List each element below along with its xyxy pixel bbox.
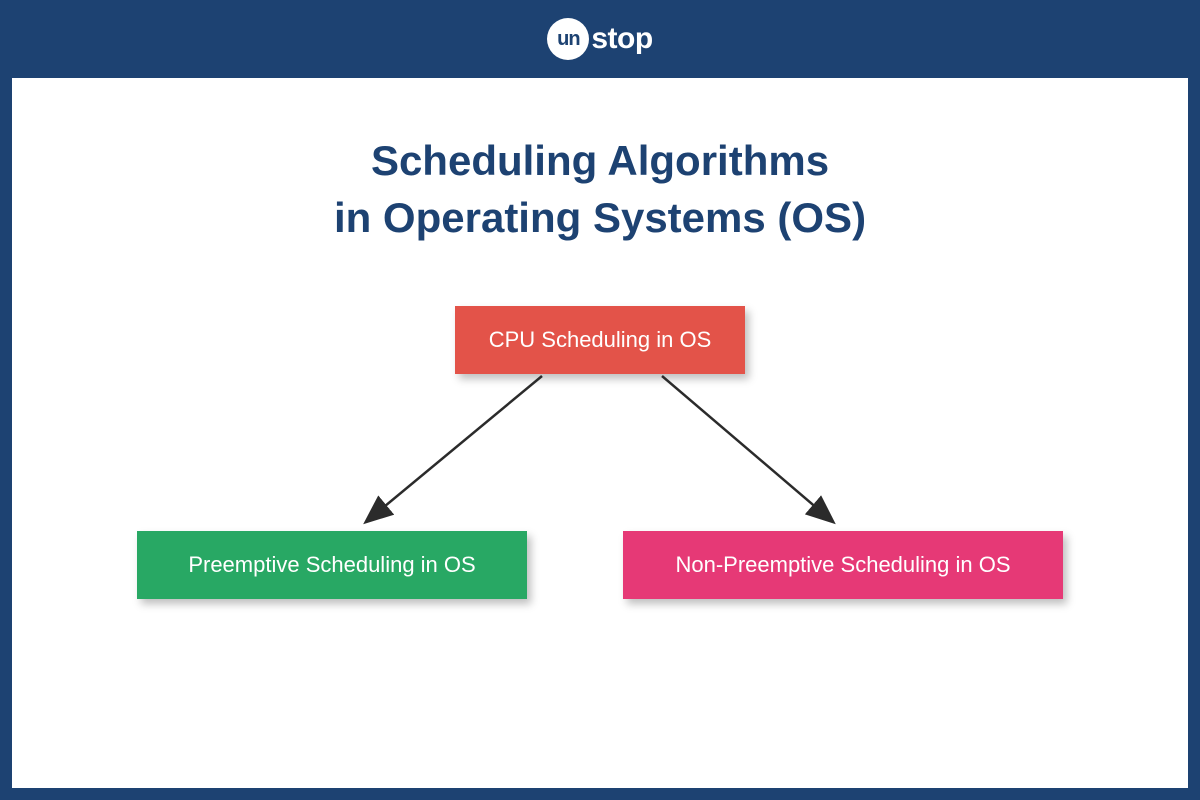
diagram-node-non-preemptive: Non-Preemptive Scheduling in OS — [623, 531, 1063, 599]
diagram-node-root: CPU Scheduling in OS — [455, 306, 745, 374]
diagram-container: CPU Scheduling in OS Preemptive Scheduli… — [12, 296, 1188, 716]
logo-circle-icon: un — [547, 18, 589, 60]
node-non-preemptive-label: Non-Preemptive Scheduling in OS — [675, 552, 1010, 578]
title-line-2: in Operating Systems (OS) — [334, 194, 866, 241]
diagram-node-preemptive: Preemptive Scheduling in OS — [137, 531, 527, 599]
content-frame: Scheduling Algorithms in Operating Syste… — [12, 78, 1188, 788]
node-root-label: CPU Scheduling in OS — [489, 327, 712, 353]
logo-suffix-text: stop — [591, 22, 652, 56]
title-line-1: Scheduling Algorithms — [371, 137, 829, 184]
page-title: Scheduling Algorithms in Operating Syste… — [12, 78, 1188, 246]
header-bar: un stop — [0, 0, 1200, 78]
brand-logo: un stop — [547, 18, 652, 60]
logo-circle-text: un — [557, 28, 579, 51]
arrow-left-icon — [367, 376, 542, 521]
node-preemptive-label: Preemptive Scheduling in OS — [188, 552, 475, 578]
arrow-right-icon — [662, 376, 832, 521]
